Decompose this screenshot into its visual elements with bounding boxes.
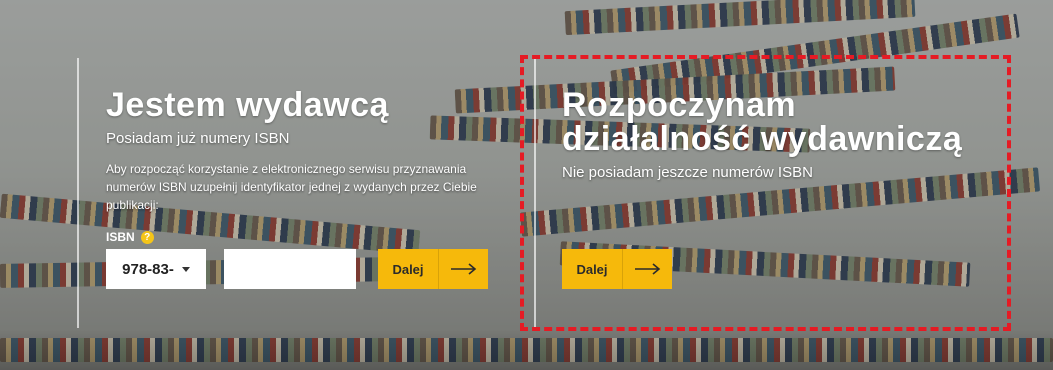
existing-publisher-panel: Jestem wydawcą Posiadam już numery ISBN … [106,88,516,244]
next-button-label: Dalej [378,249,439,289]
new-publisher-title: Rozpoczynam działalność wydawniczą [562,86,963,158]
isbn-input-row: 978-83- Dalej [106,249,488,289]
isbn-prefix-value: 978-83- [122,260,174,278]
existing-publisher-subtitle: Posiadam już numery ISBN [106,130,290,147]
bottom-shade [0,330,1053,370]
next-button-label: Dalej [562,249,623,289]
arrow-right-icon [623,249,672,289]
left-divider-line [77,58,79,328]
chevron-down-icon [181,266,190,272]
existing-publisher-description: Aby rozpocząć korzystanie z elektroniczn… [106,162,477,212]
existing-publisher-next-button[interactable]: Dalej [378,249,488,289]
arrow-right-icon [439,249,488,289]
isbn-label: ISBN [106,230,135,244]
isbn-prefix-select[interactable]: 978-83- [106,249,206,289]
new-publisher-next-button[interactable]: Dalej [562,249,672,289]
existing-publisher-title: Jestem wydawcą [106,86,389,124]
help-icon[interactable]: ? [140,230,154,244]
isbn-number-input[interactable] [224,249,356,289]
isbn-label-row: ISBN ? [106,230,516,244]
hero-banner: Jestem wydawcą Posiadam już numery ISBN … [0,0,1053,370]
new-publisher-subtitle: Nie posiadam jeszcze numerów ISBN [562,164,813,181]
new-publisher-panel: Rozpoczynam działalność wydawniczą Nie p… [562,88,992,182]
